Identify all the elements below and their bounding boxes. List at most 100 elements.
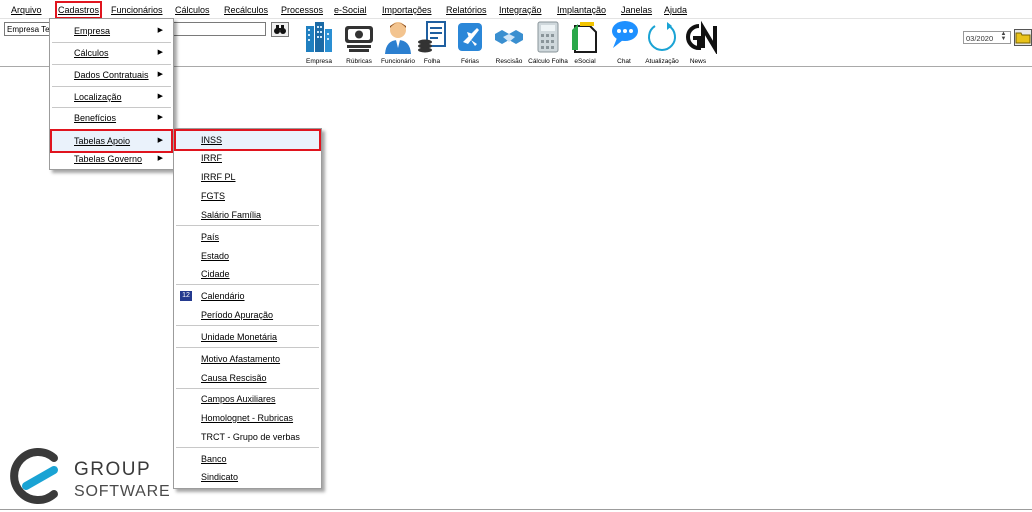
menu-implantacao[interactable]: Implantação	[557, 4, 606, 16]
folder-button[interactable]	[1014, 29, 1032, 46]
menu-item-label: Calendário	[201, 291, 245, 301]
period-spinner[interactable]: ▲ ▼	[998, 31, 1009, 43]
menu-processos[interactable]: Processos	[281, 4, 323, 16]
submenu-item-salario-familia[interactable]: Salário Família	[176, 205, 319, 225]
submenu-item-banco[interactable]: Banco	[176, 449, 319, 469]
toolbar-label: News	[689, 58, 707, 65]
tabelas-apoio-submenu: INSS IRRF IRRF PL FGTS Salário Família P…	[173, 128, 322, 489]
submenu-item-calendario[interactable]: 12 Calendário	[176, 286, 319, 306]
submenu-item-sindicato[interactable]: Sindicato	[176, 467, 319, 487]
esocial-icon	[572, 22, 597, 53]
menu-item-label: IRRF PL	[201, 172, 236, 182]
menu-item-label: IRRF	[201, 153, 222, 163]
submenu-item-causa-rescisao[interactable]: Causa Rescisão	[176, 368, 319, 388]
menu-integracao[interactable]: Integração	[499, 4, 542, 16]
menu-bar: Arquivo Cadastros Funcionários Cálculos …	[0, 0, 1032, 19]
submenu-arrow-icon: ▶	[157, 93, 163, 100]
group-software-logo: GROUP SOFTWARE	[10, 446, 170, 506]
gn-logo-icon	[686, 20, 717, 54]
menu-item-label: Sindicato	[201, 472, 239, 482]
menu-calculos[interactable]: Cálculos	[175, 4, 210, 16]
menu-item-label: Cidade	[201, 269, 230, 279]
menu-item-label: Causa Rescisão	[201, 373, 267, 383]
menu-item-label: Motivo Afastamento	[201, 354, 281, 364]
menu-separator	[176, 284, 319, 285]
binoculars-icon	[274, 25, 286, 34]
cadastros-item-empresa[interactable]: Empresa ▶	[52, 21, 171, 41]
submenu-item-inss[interactable]: INSS	[174, 129, 321, 151]
submenu-item-fgts[interactable]: FGTS	[176, 186, 319, 206]
submenu-arrow-icon: ▶	[157, 155, 163, 162]
building-icon	[306, 22, 332, 52]
submenu-arrow-icon: ▶	[157, 71, 163, 78]
menu-item-label: Homolognet - Rubricas	[201, 413, 294, 423]
menu-item-label: Período Apuração	[201, 310, 274, 320]
menu-relatorios[interactable]: Relatórios	[446, 4, 487, 16]
menu-item-label: Cálculos	[74, 48, 109, 58]
submenu-item-estado[interactable]: Estado	[176, 246, 319, 266]
submenu-item-periodo-apuracao[interactable]: Período Apuração	[176, 305, 319, 325]
submenu-item-motivo-afastamento[interactable]: Motivo Afastamento	[176, 349, 319, 369]
menu-item-label: INSS	[201, 135, 223, 145]
status-border	[0, 509, 1032, 510]
vacation-plane-icon	[458, 23, 482, 51]
cash-icon	[345, 26, 373, 52]
menu-item-label: Localização	[74, 92, 122, 102]
menu-item-label: Campos Auxiliares	[201, 394, 276, 404]
cadastros-item-tabelas-apoio[interactable]: Tabelas Apoio ▶	[50, 129, 173, 153]
menu-item-label: Tabelas Apoio	[74, 136, 131, 146]
group-software-mark-icon	[10, 448, 58, 504]
calendar-icon: 12	[180, 291, 192, 301]
refresh-icon	[648, 22, 676, 51]
submenu-item-unidade-monetaria[interactable]: Unidade Monetária	[176, 327, 319, 347]
employee-icon	[385, 22, 411, 54]
cadastros-item-dados-contratuais[interactable]: Dados Contratuais ▶	[52, 65, 171, 85]
menu-recalculos[interactable]: Recálculos	[224, 4, 268, 16]
submenu-item-campos-auxiliares[interactable]: Campos Auxiliares	[176, 389, 319, 409]
menu-cadastros[interactable]: Cadastros	[54, 1, 103, 19]
submenu-item-irrf[interactable]: IRRF	[176, 148, 319, 168]
menu-item-label: País	[201, 232, 220, 242]
chat-bubble-icon	[612, 21, 638, 48]
submenu-item-cidade[interactable]: Cidade	[176, 264, 319, 284]
menu-item-label: FGTS	[201, 191, 225, 201]
cadastros-item-beneficios[interactable]: Benefícios ▶	[52, 108, 171, 128]
menu-item-label: Banco	[201, 454, 227, 464]
cadastros-dropdown: Empresa ▶ Cálculos ▶ Dados Contratuais ▶ Lo…	[49, 18, 174, 170]
menu-funcionarios[interactable]: Funcionários	[111, 4, 163, 16]
submenu-arrow-icon: ▶	[157, 114, 163, 121]
menu-item-label: Empresa	[74, 26, 111, 36]
menu-item-label: Estado	[201, 251, 230, 261]
cadastros-item-localizacao[interactable]: Localização ▶	[52, 87, 171, 107]
menu-importacoes[interactable]: Importações	[382, 4, 432, 16]
submenu-arrow-icon: ▶	[157, 27, 163, 34]
menu-item-label: TRCT - Grupo de verbas	[201, 432, 300, 442]
toolbar-button-news[interactable]: News	[678, 19, 718, 66]
folder-icon	[1015, 32, 1031, 44]
menu-separator	[52, 129, 171, 130]
submenu-arrow-icon: ▶	[157, 49, 163, 56]
cadastros-item-calculos[interactable]: Cálculos ▶	[52, 43, 171, 63]
submenu-item-trct-grupo-verbas[interactable]: TRCT - Grupo de verbas	[176, 427, 319, 447]
menu-separator	[176, 447, 319, 448]
menu-janelas[interactable]: Janelas	[621, 4, 652, 16]
submenu-item-pais[interactable]: País	[176, 227, 319, 247]
handshake-icon	[495, 30, 523, 44]
find-empresa-button[interactable]	[271, 22, 289, 37]
calculator-icon	[537, 21, 559, 53]
menu-separator	[176, 325, 319, 326]
menu-item-label: Tabelas Governo	[74, 154, 143, 164]
menu-item-label: Benefícios	[74, 113, 117, 123]
menu-separator	[176, 347, 319, 348]
menu-ajuda[interactable]: Ajuda	[664, 4, 687, 16]
menu-item-label: Unidade Monetária	[201, 332, 278, 342]
submenu-item-irrf-pl[interactable]: IRRF PL	[176, 167, 319, 187]
submenu-arrow-icon: ▶	[157, 137, 163, 144]
menu-item-label: Salário Família	[201, 210, 262, 220]
logo-word-software: SOFTWARE	[74, 483, 171, 500]
cadastros-item-tabelas-governo[interactable]: Tabelas Governo ▶	[52, 149, 171, 169]
submenu-item-homolognet-rubricas[interactable]: Homolognet - Rubricas	[176, 408, 319, 428]
payroll-icon	[418, 21, 446, 53]
menu-arquivo[interactable]: Arquivo	[11, 4, 42, 16]
menu-esocial[interactable]: e-Social	[334, 4, 367, 16]
